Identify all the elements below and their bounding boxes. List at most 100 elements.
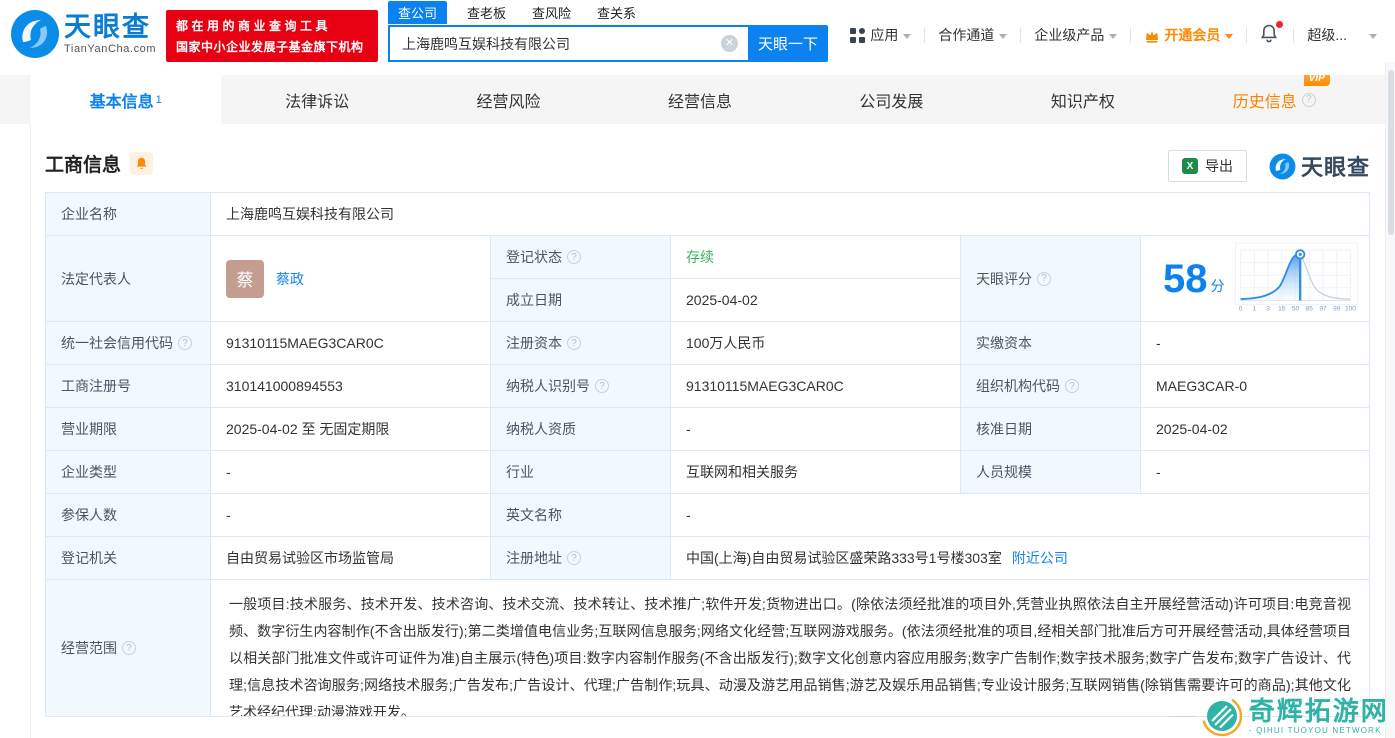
svg-text:99: 99 [1333,305,1341,312]
field-label: 纳税人识别号? [491,365,671,408]
company-type-value: - [211,451,491,494]
tianyancha-watermark-logo: 天眼查 [1269,150,1370,182]
menu-enterprise[interactable]: 企业级产品 [1034,25,1117,45]
field-label: 天眼评分? [961,236,1141,322]
excel-icon: X [1182,158,1198,174]
tianyancha-logo[interactable]: 天眼查 TianYanCha.com [10,9,156,59]
field-label: 组织机构代码? [961,365,1141,408]
legal-rep-link[interactable]: 蔡政 [276,269,304,289]
field-label: 法定代表人 [46,236,211,322]
help-icon[interactable]: ? [567,250,581,264]
svg-text:0: 0 [1238,305,1242,312]
promo-line2: 国家中小企业发展子基金旗下机构 [176,38,378,55]
insured-count-value: - [211,494,491,537]
help-icon[interactable]: ? [567,551,581,565]
staff-size-value: - [1141,451,1370,494]
promo-banner: 都在用的商业查询工具 国家中小企业发展子基金旗下机构 [166,10,378,62]
search-tab-risk[interactable]: 查风险 [532,1,571,24]
help-icon[interactable]: ? [1302,93,1316,107]
crown-icon [1144,28,1160,43]
svg-text:15: 15 [1278,305,1286,312]
help-icon[interactable]: ? [1037,272,1051,286]
field-label: 行业 [491,451,671,494]
establish-date-value: 2025-04-02 [671,279,961,322]
field-label: 实缴资本 [961,322,1141,365]
help-icon[interactable]: ? [178,336,192,350]
field-label: 参保人数 [46,494,211,537]
field-label: 注册资本? [491,322,671,365]
score-unit: 分 [1211,276,1225,296]
org-code-value: MAEG3CAR-0 [1141,365,1370,408]
field-label: 英文名称 [491,494,671,537]
scrollbar-thumb[interactable] [1388,70,1394,235]
field-label: 成立日期 [491,279,671,322]
notifications-bell[interactable] [1260,24,1280,46]
tab-history-info[interactable]: 历史信息 VIP ? [1179,75,1370,124]
menu-divider [1246,28,1247,43]
bell-icon [135,157,148,171]
menu-cooperation[interactable]: 合作通道 [938,25,1007,45]
svg-text:97: 97 [1319,305,1327,312]
notification-dot [1276,21,1283,28]
svg-text:100: 100 [1345,305,1356,312]
qihui-logo-icon [1201,695,1243,737]
menu-apps[interactable]: 应用 [850,25,911,45]
monitor-bell-button[interactable] [130,152,153,175]
search-tab-relation[interactable]: 查关系 [597,1,636,24]
registration-authority-value: 自由贸易试验区市场监管局 [211,537,491,580]
help-icon[interactable]: ? [567,336,581,350]
help-icon[interactable]: ? [1065,379,1079,393]
field-label: 经营范围? [46,580,211,717]
registered-address-value: 中国(上海)自由贸易试验区盛荣路333号1号楼303室 [686,548,1002,568]
tab-legal-proceedings[interactable]: 法律诉讼 [221,75,412,124]
field-label: 统一社会信用代码? [46,322,211,365]
field-label: 企业名称 [46,193,211,236]
logo-title: 天眼查 [64,13,156,41]
field-label: 工商注册号 [46,365,211,408]
industry-value: 互联网和相关服务 [671,451,961,494]
company-name-value: 上海鹿鸣互娱科技有限公司 [211,193,1370,236]
taxpayer-id-value: 91310115MAEG3CAR0C [671,365,961,408]
chevron-down-icon [999,34,1007,39]
chevron-down-icon [1109,34,1117,39]
score-value: 58 [1163,259,1208,299]
menu-account[interactable]: 超级... [1307,25,1377,45]
nearby-companies-link[interactable]: 附近公司 [1012,548,1068,568]
help-icon[interactable]: ? [595,379,609,393]
tianyancha-swirl-icon [10,9,60,59]
field-label: 人员规模 [961,451,1141,494]
bell-icon [1260,24,1278,44]
registration-number-value: 310141000894553 [211,365,491,408]
promo-line1: 都在用的商业查询工具 [176,17,378,34]
svg-text:85: 85 [1305,305,1313,312]
tab-business-info[interactable]: 经营信息 [604,75,795,124]
tianyancha-swirl-icon [1269,153,1296,180]
tab-operational-risk[interactable]: 经营风险 [413,75,604,124]
score-distribution-chart: 0 1 3 15 50 85 97 99 100 [1235,240,1364,318]
search-input[interactable] [388,25,748,62]
tab-badge-count: 1 [156,94,162,106]
help-icon[interactable]: ? [122,641,136,655]
tab-company-development[interactable]: 公司发展 [796,75,987,124]
credit-code-value: 91310115MAEG3CAR0C [211,322,491,365]
field-label: 登记状态? [491,236,671,279]
tab-basic-info[interactable]: 基本信息1 [30,75,221,124]
search-tab-company[interactable]: 查公司 [388,1,447,24]
section-header: 工商信息 X 导出 天眼查 [45,150,1370,184]
field-label: 注册地址? [491,537,671,580]
section-title: 工商信息 [45,150,121,177]
menu-divider [1293,28,1294,43]
field-label: 核准日期 [961,408,1141,451]
field-label: 营业期限 [46,408,211,451]
legal-rep-avatar[interactable]: 蔡 [226,260,264,298]
company-nav-tabs: 基本信息1 法律诉讼 经营风险 经营信息 公司发展 知识产权 历史信息 VIP … [0,75,1395,124]
registered-capital-value: 100万人民币 [671,322,961,365]
clear-search-icon[interactable]: ✕ [721,35,738,52]
tab-intellectual-property[interactable]: 知识产权 [987,75,1178,124]
search-button[interactable]: 天眼一下 [748,25,828,62]
score-cell: 58 分 [1141,236,1370,322]
chevron-down-icon [1225,34,1233,39]
menu-vip[interactable]: 开通会员 [1144,25,1233,45]
export-button[interactable]: X 导出 [1168,150,1247,182]
search-tab-boss[interactable]: 查老板 [467,1,506,24]
